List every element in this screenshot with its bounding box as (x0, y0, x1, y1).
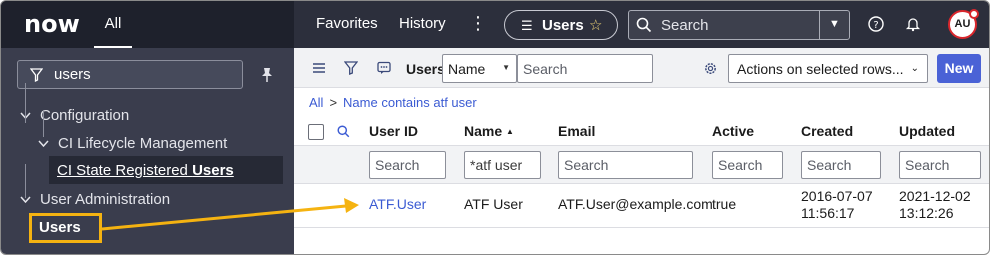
navigator-filter-value: users (54, 66, 91, 83)
breadcrumb-separator: > (329, 95, 338, 110)
cell-updated-time: 13:12:26 (899, 205, 954, 221)
cell-updated-date: 2021-12-02 (899, 188, 971, 204)
select-all-checkbox[interactable] (308, 124, 324, 140)
cell-created-date: 2016-07-07 (801, 188, 873, 204)
cell-created: 2016-07-07 11:56:17 (801, 188, 873, 222)
search-icon (636, 17, 652, 33)
cell-created-time: 11:56:17 (801, 205, 855, 221)
column-search-user-id[interactable]: Search (369, 151, 446, 179)
more-menu-icon[interactable]: ⋮ (469, 13, 487, 34)
list-search-input[interactable]: Search (517, 54, 653, 83)
context-pill-label: Users (542, 17, 584, 34)
tree-guide-line (25, 164, 26, 198)
column-search-active[interactable]: Search (712, 151, 783, 179)
app-window: now All Favorites History ⋮ ☰ Users ☆ Se… (0, 0, 990, 255)
cell-name: ATF User (464, 196, 523, 212)
column-header-created[interactable]: Created (801, 123, 853, 139)
list-title: Users (406, 61, 445, 77)
cell-updated: 2021-12-02 13:12:26 (899, 188, 971, 222)
column-header-updated[interactable]: Updated (899, 123, 955, 139)
favorites-menu[interactable]: Favorites (316, 15, 378, 32)
filter-icon[interactable] (344, 61, 358, 75)
column-header-user-id[interactable]: User ID (369, 123, 418, 139)
cell-active: true (712, 196, 737, 212)
search-icon[interactable] (337, 125, 350, 138)
list-column-header: User ID Name ▲ Email Active Created Upda… (294, 117, 989, 146)
history-menu[interactable]: History (399, 15, 446, 32)
search-field-value: Name (448, 61, 486, 77)
chevron-down-icon: ⌄ (910, 63, 919, 74)
global-search-placeholder: Search (661, 17, 709, 34)
actions-select-value: Actions on selected rows... (737, 61, 904, 77)
navigator-filter-input[interactable]: users (17, 60, 243, 89)
nav-item-users-highlighted[interactable]: Users (29, 213, 102, 243)
list-search-placeholder: Search (523, 61, 568, 77)
column-search-created[interactable]: Search (801, 151, 881, 179)
nav-item-ci-state-registered-users[interactable]: CI State Registered Users (49, 156, 283, 184)
column-header-active[interactable]: Active (712, 123, 754, 139)
list-icon: ☰ (521, 18, 533, 33)
actions-select[interactable]: Actions on selected rows... ⌄ (728, 54, 928, 83)
table-row: ATF.User ATF User ATF.User@example.com t… (294, 184, 989, 228)
search-field-select[interactable]: Name ▼ (442, 54, 517, 83)
svg-text:?: ? (873, 20, 878, 31)
sort-ascending-icon: ▲ (506, 127, 514, 136)
gear-icon[interactable] (703, 61, 718, 76)
top-header: now All Favorites History ⋮ ☰ Users ☆ Se… (1, 1, 989, 48)
avatar-status-badge (969, 9, 979, 19)
bell-icon[interactable] (905, 16, 921, 32)
tree-guide-line (43, 111, 44, 137)
column-header-email[interactable]: Email (558, 123, 595, 139)
breadcrumb: All > Name contains atf user (309, 95, 477, 110)
nav-item-ci-lifecycle-management[interactable]: CI Lifecycle Management (58, 135, 227, 152)
column-search-email[interactable]: Search (558, 151, 693, 179)
context-pill[interactable]: ☰ Users ☆ (504, 10, 618, 40)
filter-icon (30, 68, 43, 82)
caret-down-icon: ▼ (502, 63, 510, 72)
list-toolbar: Users Name ▼ Search Actions on selected … (294, 48, 989, 88)
search-scope-dropdown[interactable]: ▼ (819, 11, 849, 39)
column-search-updated[interactable]: Search (899, 151, 981, 179)
column-header-name[interactable]: Name ▲ (464, 123, 514, 139)
cell-user-id-link[interactable]: ATF.User (369, 196, 426, 212)
nav-item-users-label: Users (39, 219, 81, 236)
help-icon[interactable]: ? (868, 16, 884, 32)
column-search-row: Search *atf user Search Search Search Se… (294, 146, 989, 184)
header-left: now All (1, 1, 294, 48)
column-search-name[interactable]: *atf user (464, 151, 541, 179)
now-logo[interactable]: now (24, 10, 80, 38)
hamburger-menu-icon[interactable] (312, 61, 326, 75)
breadcrumb-all[interactable]: All (309, 95, 323, 110)
all-menu-tab[interactable]: All (94, 1, 132, 48)
global-search[interactable]: Search ▼ (628, 10, 850, 40)
cell-email: ATF.User@example.com (558, 196, 713, 212)
logo-text: now (24, 10, 80, 38)
chevron-down-icon[interactable] (38, 140, 49, 148)
nav-item-label: CI State Registered (57, 162, 193, 179)
new-button[interactable]: New (937, 54, 981, 83)
breadcrumb-condition[interactable]: Name contains atf user (343, 95, 477, 110)
tree-guide-line (25, 83, 26, 123)
nav-item-user-administration[interactable]: User Administration (40, 191, 170, 208)
nav-item-configuration[interactable]: Configuration (40, 107, 129, 124)
activity-stream-icon[interactable] (377, 61, 391, 75)
column-header-name-label: Name (464, 123, 503, 139)
star-icon[interactable]: ☆ (589, 16, 602, 34)
pin-icon[interactable] (260, 67, 274, 83)
nav-item-label-highlight: Users (192, 162, 234, 179)
